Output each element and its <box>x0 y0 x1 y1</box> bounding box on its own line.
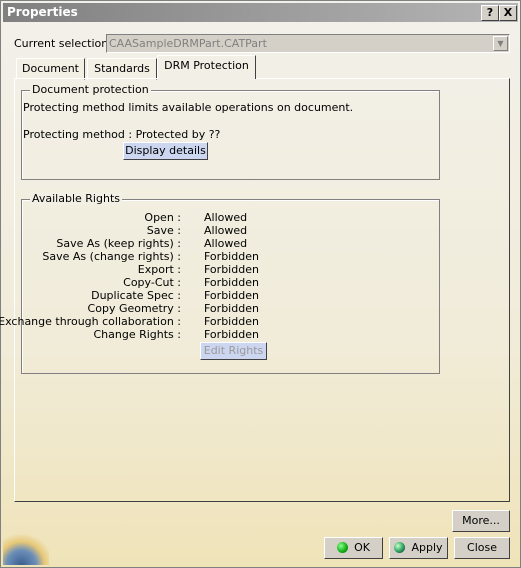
apply-label: Apply <box>411 541 443 554</box>
protecting-method: Protecting method : Protected by ?? <box>23 128 221 141</box>
apply-icon <box>394 542 406 553</box>
right-save-as-keep-value: Allowed <box>204 237 248 250</box>
window-title: Properties <box>7 5 78 19</box>
protection-description: Protecting method limits available opera… <box>23 101 354 114</box>
available-rights-group: Available Rights Open : Allowed Save : A… <box>0 192 440 374</box>
current-selection-value: CAASampleDRMPart.CATPart <box>109 37 267 50</box>
right-change-rights-label: Change Rights : <box>93 328 181 341</box>
document-protection-group: Document protection Protecting method li… <box>21 83 440 180</box>
right-copy-geometry-value: Forbidden <box>204 302 259 315</box>
current-selection-combo[interactable]: CAASampleDRMPart.CATPart ▼ <box>106 34 510 53</box>
right-copy-cut-value: Forbidden <box>204 276 259 289</box>
apply-button[interactable]: Apply <box>389 537 448 559</box>
edit-rights-button[interactable]: Edit Rights <box>200 342 267 360</box>
help-button[interactable]: ? <box>481 5 499 21</box>
ok-button[interactable]: OK <box>324 537 383 559</box>
ok-icon <box>337 542 349 553</box>
right-change-rights-value: Forbidden <box>204 328 259 341</box>
document-protection-title: Document protection <box>30 83 151 96</box>
title-bar[interactable]: Properties ? X <box>3 3 518 22</box>
right-duplicate-spec-value: Forbidden <box>204 289 259 302</box>
chevron-down-icon[interactable]: ▼ <box>493 36 508 51</box>
right-export-label: Export : <box>137 263 181 276</box>
right-save-value: Allowed <box>204 224 248 237</box>
available-rights-title: Available Rights <box>30 192 122 205</box>
properties-dialog: Properties ? X Current selection : CAASa… <box>0 0 521 568</box>
close-window-button[interactable]: X <box>499 5 517 21</box>
right-save-label: Save : <box>146 224 181 237</box>
tab-document[interactable]: Document <box>16 58 85 80</box>
drm-protection-panel: Document protection Protecting method li… <box>0 78 510 502</box>
right-exchange-value: Forbidden <box>204 315 259 328</box>
right-open-label: Open : <box>144 211 181 224</box>
right-export-value: Forbidden <box>204 263 259 276</box>
right-copy-cut-label: Copy-Cut : <box>123 276 181 289</box>
current-selection-label: Current selection : <box>14 37 116 50</box>
right-duplicate-spec-label: Duplicate Spec : <box>91 289 181 302</box>
ok-label: OK <box>354 541 370 554</box>
right-save-as-keep-label: Save As (keep rights) : <box>56 237 181 250</box>
close-button[interactable]: Close <box>454 537 510 559</box>
tab-drm-protection[interactable]: DRM Protection <box>157 55 256 79</box>
more-button[interactable]: More... <box>452 510 510 532</box>
right-copy-geometry-label: Copy Geometry : <box>87 302 181 315</box>
catia-logo-swirl <box>3 533 49 565</box>
right-exchange-label: Exchange through collaboration : <box>0 315 181 328</box>
tab-standards[interactable]: Standards <box>87 58 157 80</box>
right-open-value: Allowed <box>204 211 248 224</box>
right-save-as-change-value: Forbidden <box>204 250 259 263</box>
right-save-as-change-label: Save As (change rights) : <box>42 250 181 263</box>
display-details-button[interactable]: Display details <box>123 142 208 160</box>
